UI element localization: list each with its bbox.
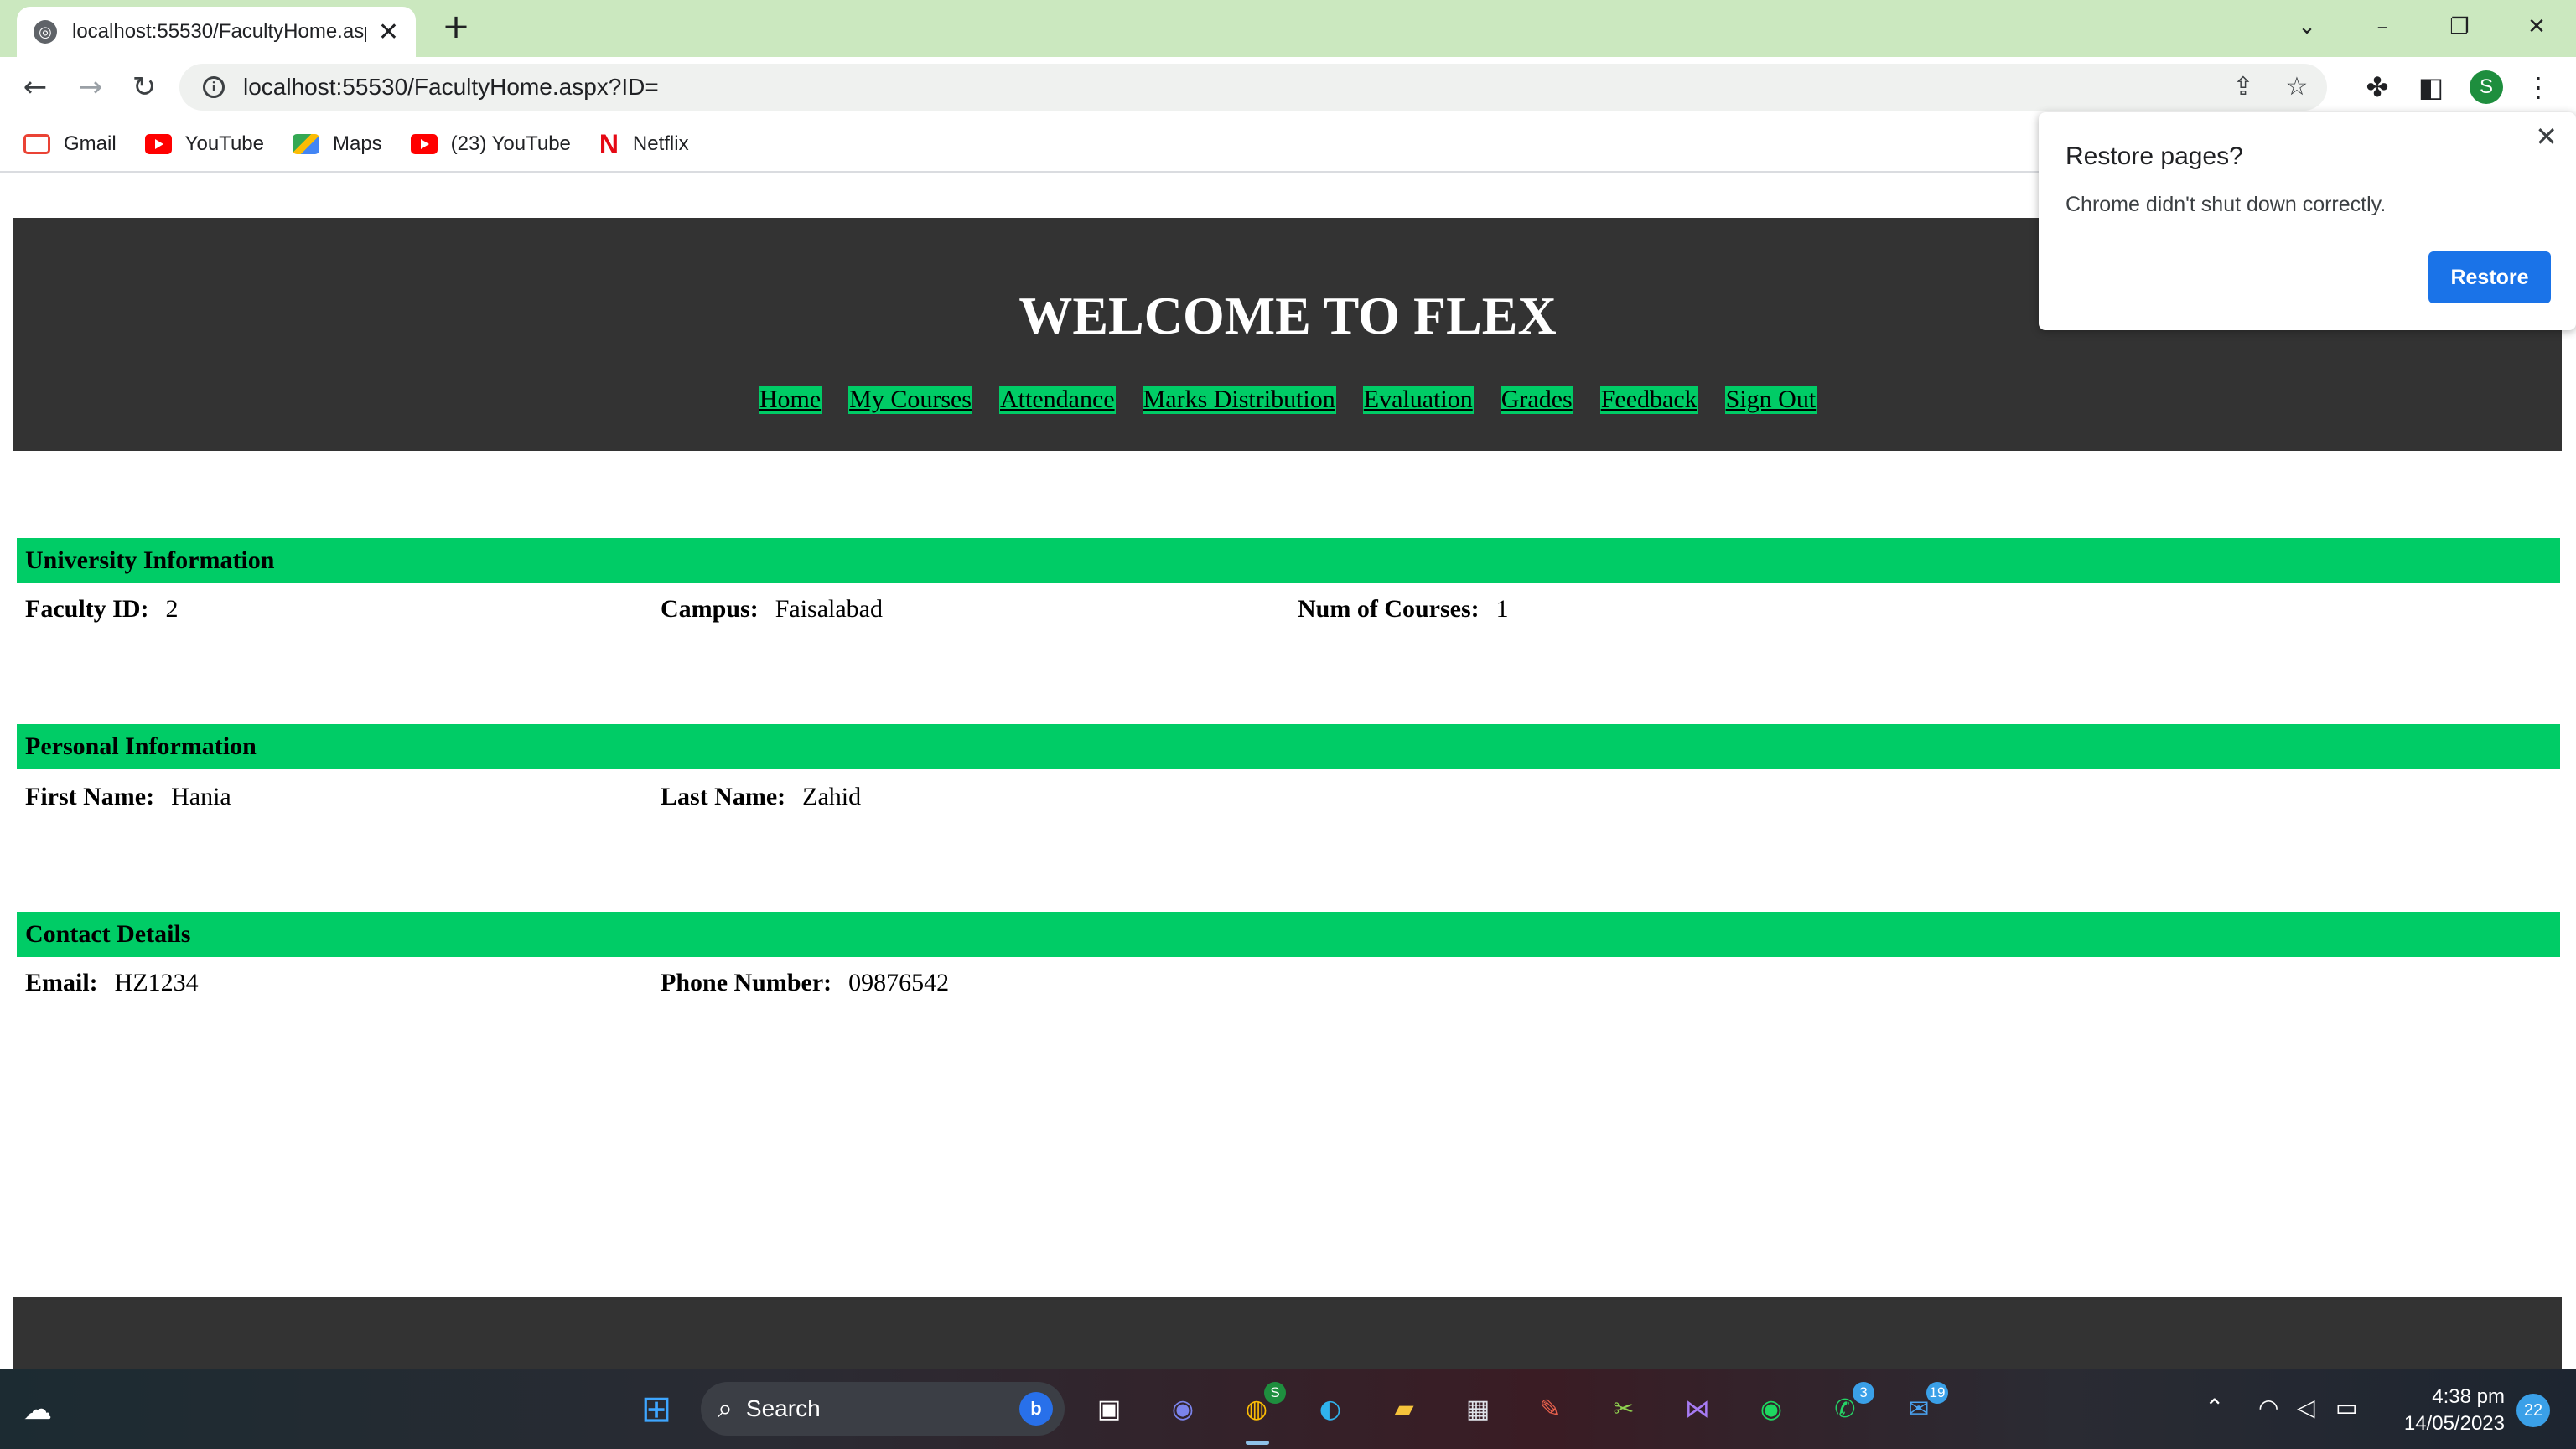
nav-grades[interactable]: Grades [1500,386,1573,414]
search-icon: ⌕ [718,1393,733,1423]
bing-icon[interactable]: b [1019,1392,1053,1426]
youtube-icon [410,134,438,154]
netflix-icon: N [599,129,619,159]
email-value: HZ1234 [114,969,199,996]
task-view-icon[interactable]: ▣ [1088,1389,1130,1431]
campus-value: Faisalabad [775,595,883,623]
chevron-up-icon[interactable]: ⌃ [2205,1394,2224,1421]
nav-home[interactable]: Home [758,386,822,414]
close-window-button[interactable]: ✕ [2511,7,2562,47]
whatsapp-icon[interactable]: ✆ 3 [1824,1382,1874,1431]
tab-search-icon[interactable]: ⌄ [2282,7,2332,47]
share-icon[interactable]: ⇪ [2226,70,2260,104]
url-text: localhost:55530/FacultyHome.aspx?ID= [243,74,659,100]
active-app-indicator [1246,1441,1269,1445]
notification-badge[interactable]: 22 [2516,1394,2550,1427]
restore-pages-dialog: Restore pages? Chrome didn't shut down c… [2039,112,2576,330]
last-name-field: Last Name: Zahid [661,783,862,810]
bookmark-maps[interactable]: Maps [292,132,382,156]
weather-icon[interactable]: ☁ [17,1389,59,1431]
site-footer [13,1297,2562,1373]
bookmark-youtube[interactable]: YouTube [144,132,264,156]
site-nav: Home My Courses Attendance Marks Distrib… [13,386,2562,414]
visual-studio-icon[interactable]: ⋈ [1677,1389,1718,1431]
menu-icon[interactable]: ⋮ [2520,69,2557,106]
restore-button[interactable]: Restore [2428,251,2551,303]
volume-icon[interactable]: ◁ [2297,1394,2315,1421]
paint-icon[interactable]: ✎ [1529,1389,1571,1431]
faculty-id-field: Faculty ID: 2 [25,595,179,623]
close-tab-icon[interactable]: ✕ [378,18,399,47]
spotify-icon[interactable]: ◉ [1750,1389,1792,1431]
file-explorer-icon[interactable]: ▰ [1383,1389,1425,1431]
clock[interactable]: 4:38 pm 14/05/2023 [2387,1384,2505,1437]
campus-field: Campus: Faisalabad [661,595,883,623]
browser-toolbar: ← → ↻ i localhost:55530/FacultyHome.aspx… [0,57,2576,117]
minimize-button[interactable]: – [2357,7,2408,47]
mail-icon[interactable]: ✉ 19 [1898,1382,1948,1431]
globe-icon: ◎ [34,20,57,44]
taskbar-search[interactable]: ⌕ Search b [701,1382,1065,1436]
num-courses-value: 1 [1495,595,1509,623]
bookmark-netflix[interactable]: N Netflix [599,129,689,159]
site-info-icon[interactable]: i [203,76,225,98]
nav-evaluation[interactable]: Evaluation [1362,386,1474,414]
tab-title: localhost:55530/FacultyHome.asp [72,20,366,43]
start-icon[interactable]: ⊞ [635,1389,677,1431]
reload-button[interactable]: ↻ [126,69,163,106]
nav-sign-out[interactable]: Sign Out [1724,386,1817,414]
battery-icon[interactable]: ▭ [2335,1394,2357,1421]
chrome-icon[interactable]: ◍ S [1236,1382,1286,1431]
faculty-id-value: 2 [165,595,179,623]
address-bar[interactable]: i localhost:55530/FacultyHome.aspx?ID= ⇪… [179,64,2327,111]
bookmark-gmail[interactable]: Gmail [23,132,117,156]
bookmark-youtube-23[interactable]: (23) YouTube [410,132,571,156]
first-name-field: First Name: Hania [25,783,231,810]
email-field: Email: HZ1234 [25,969,199,996]
edge-icon[interactable]: ◐ [1309,1389,1351,1431]
web-page: WELCOME TO FLEX Home My Courses Attendan… [0,174,2576,1373]
close-icon[interactable]: ✕ [2535,121,2558,153]
snipping-tool-icon[interactable]: ✂ [1603,1389,1645,1431]
section-contact-title: Contact Details [17,912,2560,957]
phone-field: Phone Number: 09876542 [661,969,950,996]
side-panel-icon[interactable]: ◧ [2413,69,2449,106]
last-name-value: Zahid [802,783,862,810]
dialog-title: Restore pages? [2065,142,2243,170]
taskbar: ☁ ⊞ ⌕ Search b ▣ ◉ ◍ S ◐ ▰ ▦ ✎ ✂ ⋈ ◉ ✆ 3 ✉… [0,1369,2576,1449]
tab-strip: ◎ localhost:55530/FacultyHome.asp ✕ + ⌄ … [0,0,2576,57]
wifi-icon[interactable]: ◠ [2258,1394,2278,1421]
section-university-title: University Information [17,538,2560,583]
nav-marks-distribution[interactable]: Marks Distribution [1142,386,1336,414]
new-tab-button[interactable]: + [438,8,474,45]
section-personal-title: Personal Information [17,724,2560,769]
forward-button[interactable]: → [72,69,109,106]
browser-tab[interactable]: ◎ localhost:55530/FacultyHome.asp ✕ [17,7,416,57]
nav-feedback[interactable]: Feedback [1599,386,1698,414]
gmail-icon [23,134,50,154]
extensions-icon[interactable]: ✤ [2359,69,2396,106]
nav-attendance[interactable]: Attendance [998,386,1116,414]
maps-icon [292,134,319,154]
restore-window-button[interactable]: ❐ [2434,7,2485,47]
back-button[interactable]: ← [17,69,54,106]
phone-value: 09876542 [848,969,950,996]
bookmark-star-icon[interactable]: ☆ [2280,70,2314,104]
num-courses-field: Num of Courses: 1 [1298,595,1509,623]
first-name-value: Hania [171,783,231,810]
teams-chat-icon[interactable]: ◉ [1162,1389,1204,1431]
dialog-message: Chrome didn't shut down correctly. [2065,193,2387,216]
store-icon[interactable]: ▦ [1457,1389,1499,1431]
profile-avatar[interactable]: S [2470,70,2503,104]
youtube-icon [144,134,172,154]
nav-my-courses[interactable]: My Courses [848,386,972,414]
